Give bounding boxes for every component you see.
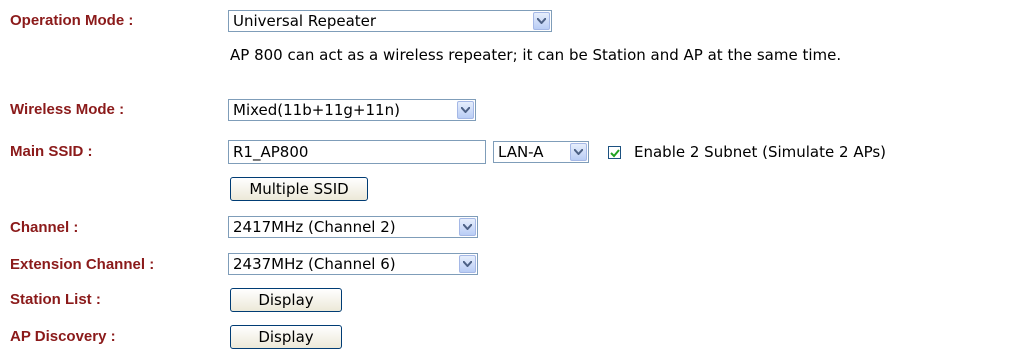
extension-channel-label: Extension Channel : (10, 256, 155, 273)
extension-channel-value: 2437MHz (Channel 6) (233, 255, 396, 273)
station-list-display-button[interactable]: Display (230, 288, 342, 312)
chevron-down-icon[interactable] (457, 101, 474, 119)
checkmark-icon (610, 149, 620, 158)
enable-subnet-label: Enable 2 Subnet (Simulate 2 APs) (634, 143, 887, 161)
chevron-down-icon[interactable] (459, 218, 476, 236)
wireless-mode-value: Mixed(11b+11g+11n) (233, 101, 400, 119)
station-list-label: Station List : (10, 291, 101, 308)
channel-value: 2417MHz (Channel 2) (233, 218, 396, 236)
operation-mode-value: Universal Repeater (233, 12, 377, 30)
operation-mode-select[interactable]: Universal Repeater (228, 10, 552, 32)
channel-select[interactable]: 2417MHz (Channel 2) (228, 216, 478, 238)
main-ssid-label: Main SSID : (10, 143, 93, 160)
main-ssid-input[interactable]: R1_AP800 (228, 140, 486, 164)
lan-select[interactable]: LAN-A (493, 141, 589, 163)
operation-mode-label: Operation Mode : (10, 12, 134, 29)
enable-subnet-checkbox[interactable] (608, 146, 621, 159)
chevron-down-icon[interactable] (533, 12, 550, 30)
operation-mode-description: AP 800 can act as a wireless repeater; i… (230, 46, 842, 64)
chevron-down-icon[interactable] (570, 143, 587, 161)
wireless-mode-label: Wireless Mode : (10, 101, 125, 118)
channel-label: Channel : (10, 219, 79, 236)
extension-channel-select[interactable]: 2437MHz (Channel 6) (228, 253, 478, 275)
ap-discovery-display-button[interactable]: Display (230, 325, 342, 349)
chevron-down-icon[interactable] (459, 255, 476, 273)
wireless-mode-select[interactable]: Mixed(11b+11g+11n) (228, 99, 476, 121)
multiple-ssid-button[interactable]: Multiple SSID (230, 177, 368, 201)
lan-value: LAN-A (498, 143, 544, 161)
ap-discovery-label: AP Discovery : (10, 328, 116, 345)
